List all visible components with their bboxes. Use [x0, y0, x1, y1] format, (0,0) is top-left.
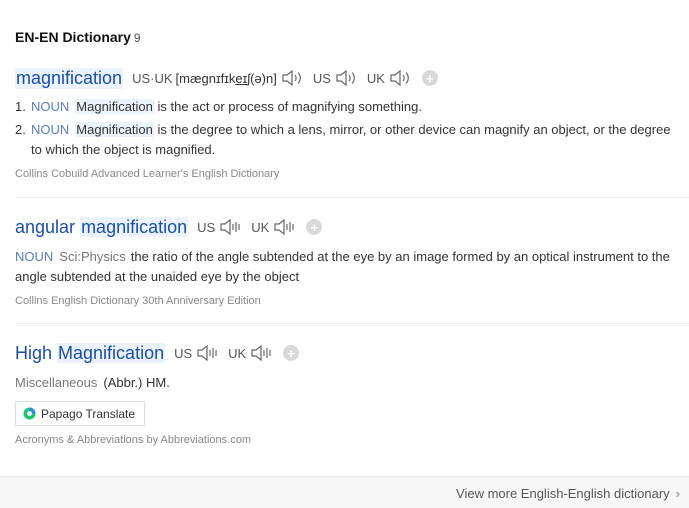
speaker-icon[interactable] [219, 218, 241, 236]
dictionary-source: Collins English Dictionary 30th Annivers… [15, 295, 261, 307]
sense-number: 2. [15, 122, 26, 137]
pronunciation-label: US·UK [132, 70, 173, 86]
part-of-speech: NOUN [31, 122, 70, 137]
dictionary-title: EN-EN Dictionary [15, 29, 131, 45]
dictionary-section-title: EN-EN Dictionary 9 [15, 29, 141, 45]
term-highlight: Magnification [75, 99, 154, 114]
view-more-label: View more English-English dictionary [456, 486, 670, 501]
view-more-link[interactable]: View more English-English dictionary › [456, 486, 680, 501]
abbreviation-row: Miscellaneous (Abbr.) HM. [15, 373, 689, 393]
category-label: Miscellaneous [15, 375, 98, 390]
subject-domain: Sci:Physics [59, 249, 126, 264]
divider [15, 323, 689, 324]
pronunciation-label: UK [251, 219, 270, 235]
sense-definition: NOUN Magnification is the act or process … [31, 99, 422, 114]
phonetic-transcription: [mægnɪfɪkeɪʃ(ə)n] [175, 70, 277, 86]
sense-definition: NOUN Magnification is the degree to which… [31, 122, 671, 157]
headword-link[interactable]: magnification [15, 67, 124, 89]
dictionary-entry: High Magnification US UK + Miscellaneous… [15, 341, 689, 446]
speaker-icon[interactable] [335, 69, 357, 87]
speaker-icon[interactable] [281, 69, 303, 87]
divider [15, 197, 689, 198]
definition: NOUN Sci:Physics the ratio of the angle su… [15, 247, 685, 287]
papago-logo-icon [23, 407, 36, 420]
dictionary-source: Acronyms & Abbreviations by Abbreviation… [15, 434, 252, 446]
dictionary-entry: angular magnification US UK + NOUN Sci:Ph… [15, 215, 689, 307]
speaker-icon[interactable] [273, 218, 295, 236]
papago-translate-label: Papago Translate [41, 406, 136, 421]
pronunciation-label: US [312, 70, 331, 86]
headword-link[interactable]: High Magnification [15, 342, 166, 364]
term-highlight: Magnification [75, 122, 154, 137]
result-count: 9 [133, 31, 141, 45]
sense-number: 1. [15, 99, 26, 114]
speaker-icon[interactable] [389, 69, 411, 87]
plus-icon[interactable]: + [306, 219, 323, 235]
headword-row: magnification US·UK [mægnɪfɪkeɪʃ(ə)n] US… [15, 66, 689, 90]
speaker-icon[interactable] [250, 344, 272, 362]
plus-icon[interactable]: + [283, 345, 300, 361]
pronunciation-label: US [197, 219, 216, 235]
abbreviation-text: (Abbr.) HM. [103, 375, 170, 390]
part-of-speech: NOUN [31, 99, 70, 114]
pronunciation-label: UK [228, 345, 247, 361]
plus-icon[interactable]: + [421, 70, 438, 86]
dictionary-source: Collins Cobuild Advanced Learner's Engli… [15, 168, 280, 180]
sense-item: 2. NOUN Magnification is the degree to wh… [15, 120, 689, 160]
chevron-right-icon: › [675, 486, 680, 501]
sense-item: 1. NOUN Magnification is the act or proce… [15, 97, 689, 117]
dictionary-entry: magnification US·UK [mægnɪfɪkeɪʃ(ə)n] US… [15, 66, 689, 180]
sense-list: 1. NOUN Magnification is the act or proce… [15, 97, 689, 160]
headword-row: angular magnification US UK + [15, 215, 689, 239]
headword-row: High Magnification US UK + [15, 341, 689, 365]
pronunciation-label: US [174, 345, 193, 361]
speaker-icon[interactable] [196, 344, 218, 362]
part-of-speech: NOUN [15, 249, 54, 264]
papago-translate-button[interactable]: Papago Translate [15, 401, 146, 426]
pronunciation-label: UK [366, 70, 385, 86]
headword-link[interactable]: angular magnification [15, 216, 189, 238]
footer-bar: View more English-English dictionary › [0, 476, 689, 508]
